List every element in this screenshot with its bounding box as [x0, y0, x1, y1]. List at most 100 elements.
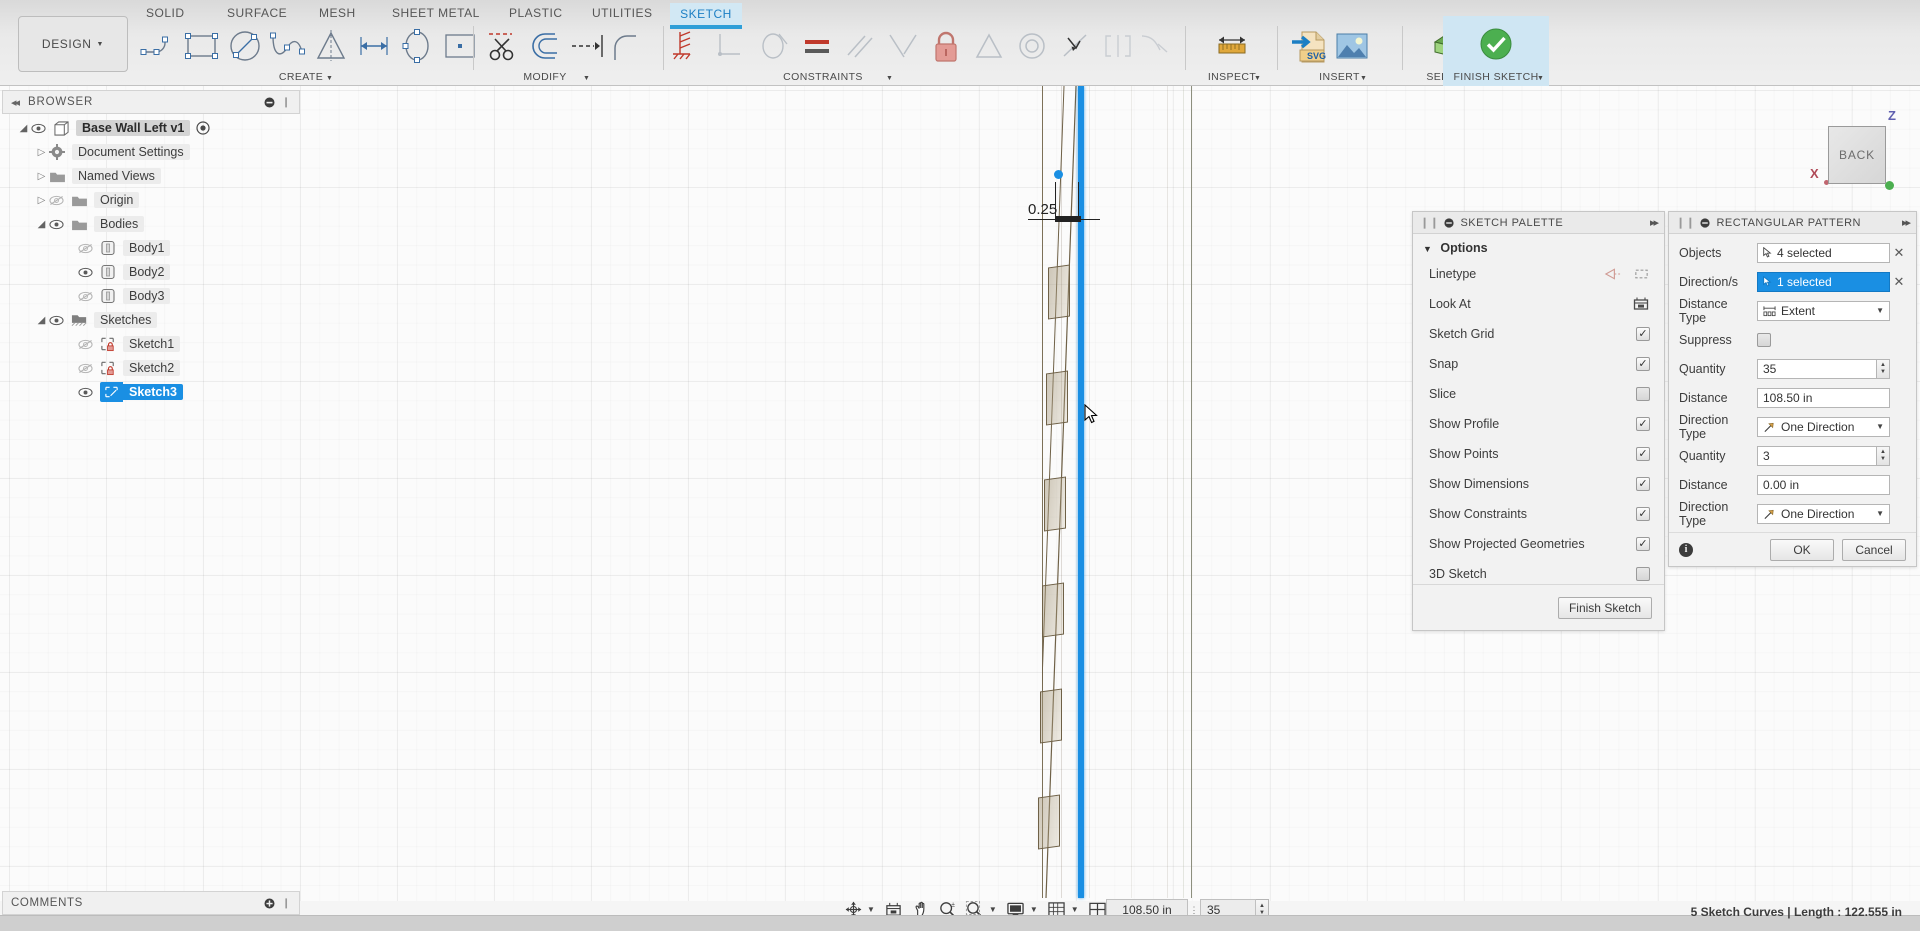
visibility-eye-hidden-icon[interactable] — [78, 291, 100, 302]
browser-minimize-icon[interactable] — [264, 97, 275, 108]
comments-grip-icon[interactable]: ❙ — [282, 898, 291, 909]
palette-row-show-points[interactable]: Show Points ✓ — [1413, 439, 1664, 469]
palette-row-sketch-grid[interactable]: Sketch Grid ✓ — [1413, 319, 1664, 349]
measure-icon[interactable] — [1211, 26, 1253, 66]
extend-icon[interactable] — [568, 26, 610, 66]
tree-item-body1[interactable]: Body1 — [2, 236, 300, 260]
info-icon[interactable]: i — [1679, 543, 1693, 557]
quantity-1-stepper[interactable]: ▲▼ — [1877, 359, 1890, 379]
tree-item-origin[interactable]: ▷ Origin — [2, 188, 300, 212]
tree-item-label[interactable]: Body1 — [123, 240, 170, 256]
insert-image-icon[interactable] — [1331, 26, 1373, 66]
collinear-icon[interactable] — [1054, 26, 1096, 66]
tree-item-label[interactable]: Sketch3 — [123, 384, 183, 400]
clear-objects-selection-icon[interactable]: ✕ — [1890, 245, 1908, 261]
sketch-point-icon[interactable] — [439, 26, 481, 66]
objects-select-field[interactable]: 4 selected — [1757, 243, 1890, 263]
tree-item-label[interactable]: Sketches — [94, 312, 157, 328]
tree-item-bodies[interactable]: ◢ Bodies — [2, 212, 300, 236]
double-right-chevron-icon[interactable]: ▸▸ — [1650, 216, 1657, 229]
spline-icon[interactable] — [267, 26, 309, 66]
chevron-down-icon[interactable]: ▼ — [1876, 509, 1884, 518]
sketch-dimension-icon[interactable] — [353, 26, 395, 66]
sketch-grid-checkbox[interactable]: ✓ — [1636, 327, 1650, 341]
palette-row-snap[interactable]: Snap ✓ — [1413, 349, 1664, 379]
visibility-eye-icon[interactable] — [78, 267, 100, 278]
finish-sketch-button[interactable]: Finish Sketch — [1558, 597, 1652, 619]
pattern-instance[interactable] — [1042, 582, 1064, 637]
view-cube[interactable]: Z X BACK — [1806, 104, 1906, 204]
tree-item-sketch3[interactable]: Sketch3 — [2, 380, 300, 404]
palette-row-show-dimensions[interactable]: Show Dimensions ✓ — [1413, 469, 1664, 499]
clear-directions-selection-icon[interactable]: ✕ — [1890, 274, 1908, 290]
sketch-palette-header[interactable]: ❙❙ SKETCH PALETTE ▸▸ — [1413, 212, 1664, 234]
equal-icon[interactable] — [796, 26, 838, 66]
tree-item-label[interactable]: Named Views — [72, 168, 161, 184]
suppress-checkbox[interactable] — [1757, 333, 1771, 347]
double-right-chevron-icon[interactable]: ▸▸ — [1902, 216, 1909, 229]
double-left-chevron-icon[interactable]: ◂◂ — [11, 96, 18, 109]
coincident-icon[interactable] — [710, 26, 752, 66]
centerline-icon[interactable] — [1633, 267, 1650, 281]
snap-checkbox[interactable]: ✓ — [1636, 357, 1650, 371]
rectangle-icon[interactable] — [181, 26, 223, 66]
parallel-icon[interactable] — [839, 26, 881, 66]
expand-arrow-icon[interactable]: ◢ — [34, 315, 49, 326]
symmetry-icon[interactable] — [968, 26, 1010, 66]
modify-group-label[interactable]: MODIFY — [470, 71, 620, 83]
palette-row-slice[interactable]: Slice — [1413, 379, 1664, 409]
midpoint-icon[interactable] — [1097, 26, 1139, 66]
cancel-button[interactable]: Cancel — [1842, 539, 1906, 561]
distance-1-input[interactable]: 108.50 in — [1757, 388, 1890, 408]
tree-item-named-views[interactable]: ▷ Named Views — [2, 164, 300, 188]
selected-point[interactable] — [1054, 170, 1063, 179]
tree-item-base-wall-left[interactable]: ◢ Base Wall Left v1 — [2, 116, 300, 140]
show-points-checkbox[interactable]: ✓ — [1636, 447, 1650, 461]
expand-arrow-icon[interactable]: ◢ — [34, 219, 49, 230]
ellipse-icon[interactable] — [396, 26, 438, 66]
create-group-label[interactable]: CREATE — [136, 71, 466, 83]
offset-icon[interactable] — [525, 26, 567, 66]
fit-dropdown-icon[interactable]: ▼ — [989, 905, 1002, 914]
trim-icon[interactable] — [482, 26, 524, 66]
visibility-eye-icon[interactable] — [49, 315, 71, 326]
tree-item-sketch2[interactable]: Sketch2 — [2, 356, 300, 380]
sketch-palette-options-section[interactable]: ▼ Options — [1413, 234, 1664, 259]
tree-item-body2[interactable]: Body2 — [2, 260, 300, 284]
comments-panel[interactable]: COMMENTS ❙ — [2, 891, 300, 915]
visibility-eye-icon[interactable] — [31, 123, 53, 134]
quantity-1-input[interactable]: 35 — [1757, 359, 1877, 379]
insert-group-label[interactable]: INSERT — [1283, 71, 1396, 83]
insert-svg-icon[interactable]: SVG — [1288, 26, 1330, 66]
view-cube-face[interactable]: BACK — [1828, 126, 1886, 184]
show-constraints-checkbox[interactable]: ✓ — [1636, 507, 1650, 521]
tree-item-document-settings[interactable]: ▷ Document Settings — [2, 140, 300, 164]
chevron-down-icon[interactable]: ▼ — [1876, 306, 1884, 315]
fillet-icon[interactable] — [605, 26, 647, 66]
directions-select-field[interactable]: 1 selected — [1757, 272, 1890, 292]
component-activate-radio[interactable] — [196, 121, 210, 135]
pattern-instance[interactable] — [1038, 794, 1060, 849]
palette-row-show-profile[interactable]: Show Profile ✓ — [1413, 409, 1664, 439]
chevron-down-icon[interactable]: ▼ — [1876, 422, 1884, 431]
grid-snaps-dropdown-icon[interactable]: ▼ — [1071, 905, 1084, 914]
show-projected-geometries-checkbox[interactable]: ✓ — [1636, 537, 1650, 551]
fix-ground-icon[interactable] — [668, 26, 710, 66]
pattern-instance[interactable] — [1048, 264, 1070, 319]
line-icon[interactable] — [138, 26, 180, 66]
look-at-icon[interactable] — [1632, 296, 1650, 312]
palette-row-look-at[interactable]: Look At — [1413, 289, 1664, 319]
tree-item-body3[interactable]: Body3 — [2, 284, 300, 308]
distance-type-dropdown[interactable]: Extent ▼ — [1757, 301, 1890, 321]
show-dimensions-checkbox[interactable]: ✓ — [1636, 477, 1650, 491]
perpendicular-icon[interactable] — [882, 26, 924, 66]
visibility-eye-icon[interactable] — [78, 387, 100, 398]
visibility-eye-hidden-icon[interactable] — [78, 363, 100, 374]
panel-grip-icon[interactable]: ❙❙ — [1420, 216, 1439, 229]
tree-item-label[interactable]: Bodies — [94, 216, 144, 232]
slice-checkbox[interactable] — [1636, 387, 1650, 401]
palette-row-show-constraints[interactable]: Show Constraints ✓ — [1413, 499, 1664, 529]
collapsed-arrow-icon[interactable]: ▷ — [34, 171, 49, 182]
palette-row-show-projected-geometries[interactable]: Show Projected Geometries ✓ — [1413, 529, 1664, 559]
ok-button[interactable]: OK — [1770, 539, 1834, 561]
